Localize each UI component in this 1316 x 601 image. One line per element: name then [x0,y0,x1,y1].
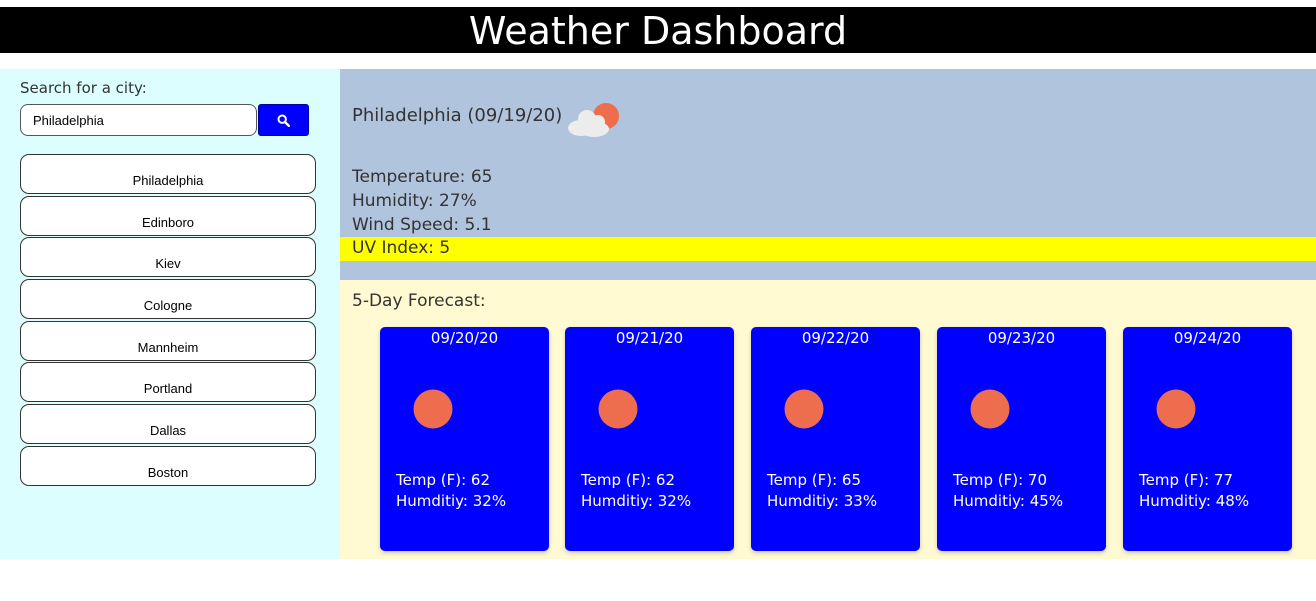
forecast-card: 09/21/20 Temp (F): 62 Humditiy: 32% [565,327,734,551]
page-title: Weather Dashboard [468,9,848,53]
forecast-date: 09/23/20 [987,329,1056,347]
sun-icon [784,389,824,429]
forecast-humidity: Humditiy: 33% [767,492,878,510]
sun-icon [1156,389,1196,429]
current-city-title: Philadelphia (09/19/20) [352,105,563,126]
partly-cloudy-icon [568,103,619,137]
sun-icon [598,389,638,429]
city-button-mannheim[interactable]: Mannheim [20,320,316,361]
current-weather-panel: Philadelphia (09/19/20) Temperature: 65 … [340,69,1316,280]
city-button-dallas[interactable]: Dallas [20,404,316,445]
forecast-temp: Temp (F): 77 [1139,471,1233,489]
city-button-edinboro[interactable]: Edinboro [20,195,316,236]
search-icon [277,113,290,127]
search-button[interactable] [258,104,309,136]
sun-icon [413,389,453,429]
forecast-card: 09/22/20 Temp (F): 65 Humditiy: 33% [751,327,920,551]
forecast-humidity: Humditiy: 48% [1139,492,1250,510]
search-label: Search for a city: [20,79,147,97]
city-button-kiev[interactable]: Kiev [20,237,316,278]
forecast-title: 5-Day Forecast: [352,291,486,311]
forecast-temp: Temp (F): 62 [581,471,675,489]
forecast-temp: Temp (F): 70 [953,471,1047,489]
city-button-boston[interactable]: Boston [20,445,316,486]
city-button-philadelphia[interactable]: Philadelphia [20,154,316,194]
sun-icon [970,389,1010,429]
forecast-card: 09/23/20 Temp (F): 70 Humditiy: 45% [937,327,1106,551]
forecast-temp: Temp (F): 65 [767,471,861,489]
forecast-card: 09/20/20 Temp (F): 62 Humditiy: 32% [380,327,549,551]
forecast-date: 09/21/20 [615,329,684,347]
forecast-humidity: Humditiy: 32% [581,492,692,510]
search-history-list: Philadelphia Edinboro Kiev Cologne Mannh… [20,154,316,488]
forecast-panel: 5-Day Forecast: 09/20/20 Temp (F): 62 Hu… [340,280,1316,559]
current-wind-speed: Wind Speed: 5.1 [352,215,492,235]
forecast-card: 09/24/20 Temp (F): 77 Humditiy: 48% [1123,327,1292,551]
forecast-humidity: Humditiy: 32% [396,492,507,510]
forecast-date: 09/20/20 [430,329,499,347]
forecast-temp: Temp (F): 62 [396,471,490,489]
current-uv-index: UV Index: 5 [352,238,451,258]
forecast-date: 09/22/20 [801,329,870,347]
current-temperature: Temperature: 65 [352,167,493,187]
page-header: Weather Dashboard [0,7,1316,53]
search-input[interactable] [20,104,257,136]
forecast-humidity: Humditiy: 45% [953,492,1064,510]
search-sidebar: Search for a city: Philadelphia Edinboro… [0,69,340,559]
uv-index-bar: UV Index: 5 [340,237,1316,261]
current-humidity: Humidity: 27% [352,191,477,211]
city-button-cologne[interactable]: Cologne [20,279,316,320]
city-button-portland[interactable]: Portland [20,362,316,403]
forecast-date: 09/24/20 [1173,329,1242,347]
